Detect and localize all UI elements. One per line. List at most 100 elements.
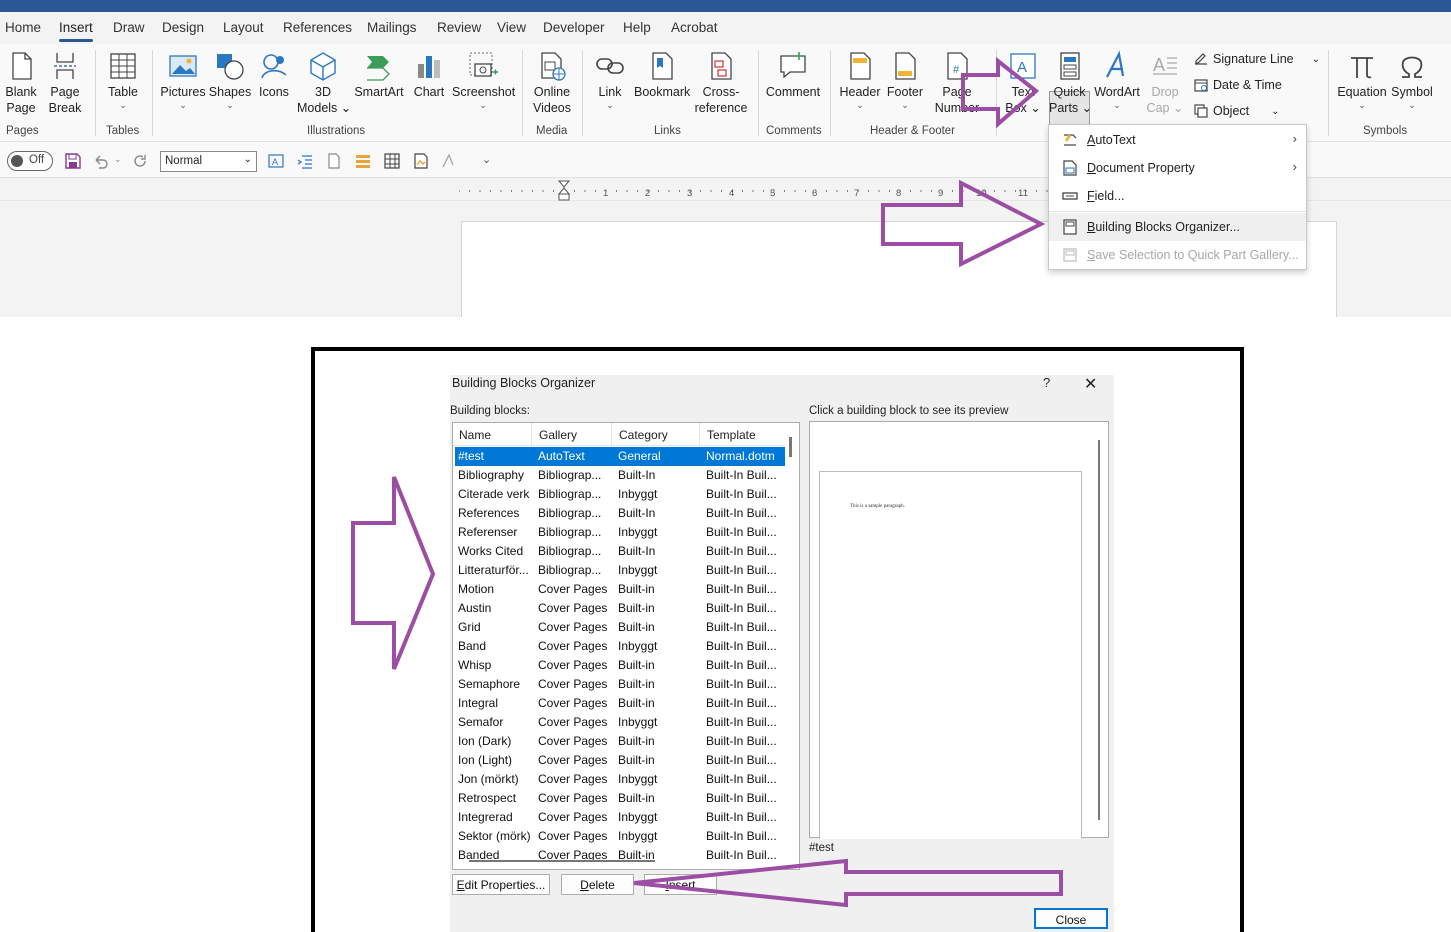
tab-review[interactable]: Review xyxy=(437,20,481,35)
link-button[interactable]: Link ⌄ xyxy=(592,50,628,110)
blank-page-button[interactable]: Blank Page xyxy=(3,50,39,116)
drop-cap-button[interactable]: A Drop Cap ⌄ xyxy=(1144,50,1186,116)
tab-draw[interactable]: Draw xyxy=(113,20,145,35)
3d-models-button[interactable]: 3D Models ⌄ xyxy=(297,50,351,116)
tab-acrobat[interactable]: Acrobat xyxy=(671,20,718,35)
signature-line-button[interactable]: Signature Line ⌄ xyxy=(1193,51,1320,67)
table-row[interactable]: Band Cover Pages Inbyggt Built-In Buil... xyxy=(453,637,785,656)
icons-button[interactable]: Icons xyxy=(256,50,292,100)
tab-mailings[interactable]: Mailings xyxy=(367,20,417,35)
style-select[interactable]: Normal ⌄ xyxy=(160,151,257,172)
table-row[interactable]: Grid Cover Pages Built-in Built-In Buil... xyxy=(453,618,785,637)
help-button[interactable]: ? xyxy=(1043,375,1050,390)
chevron-down-icon[interactable]: ⌄ xyxy=(114,154,122,165)
column-divider xyxy=(699,423,700,445)
table-row[interactable]: Austin Cover Pages Built-in Built-In Buil..… xyxy=(453,599,785,618)
table-row[interactable]: Sektor (mörk) Cover Pages Inbyggt Built-In … xyxy=(453,827,785,846)
bookmark-button[interactable]: Bookmark xyxy=(634,50,690,100)
list-icon[interactable] xyxy=(354,152,372,170)
table-row[interactable]: Integrerad Cover Pages Inbyggt Built-In Bui… xyxy=(453,808,785,827)
table-row[interactable]: Motion Cover Pages Built-in Built-In Buil..… xyxy=(453,580,785,599)
smartart-button[interactable]: SmartArt xyxy=(353,50,405,100)
table-row[interactable]: Referenser Bibliograp... Inbyggt Built-In B… xyxy=(453,523,785,542)
table-row[interactable]: Jon (mörkt) Cover Pages Inbyggt Built-In Bu… xyxy=(453,770,785,789)
menu-item-building-blocks-organizer[interactable]: Building Blocks Organizer... xyxy=(1049,213,1306,241)
wordart-button[interactable]: WordArt ⌄ xyxy=(1093,50,1141,110)
tab-view[interactable]: View xyxy=(497,20,526,35)
table-row[interactable]: Citerade verk Bibliograp... Inbyggt Built-I… xyxy=(453,485,785,504)
text-box-button[interactable]: A Text Box ⌄ xyxy=(1003,50,1043,116)
vertical-scrollbar[interactable] xyxy=(789,437,792,457)
customize-toolbar-icon[interactable]: ⌄ xyxy=(482,153,491,166)
text-field-icon[interactable]: A xyxy=(267,152,285,170)
comment-button[interactable]: Comment xyxy=(764,50,822,100)
menu-item-document-property[interactable]: Document Property › xyxy=(1049,154,1306,182)
table-row[interactable]: Banded Cover Pages Built-in Built-In Buil..… xyxy=(453,846,785,865)
object-button[interactable]: Object ⌄ xyxy=(1193,103,1280,119)
font-color-icon[interactable] xyxy=(440,152,458,170)
date-time-button[interactable]: Date & Time xyxy=(1193,77,1282,93)
building-blocks-list[interactable]: Name Gallery Category Template #test Auto… xyxy=(452,422,800,870)
autosave-toggle[interactable]: Off xyxy=(7,151,53,171)
menu-item-field[interactable]: Field... xyxy=(1049,182,1306,210)
close-icon[interactable]: ✕ xyxy=(1084,375,1097,394)
page-break-button[interactable]: Page Break xyxy=(45,50,85,116)
header-button[interactable]: Header ⌄ xyxy=(838,50,882,110)
edit-properties-button[interactable]: Edit Properties... xyxy=(452,874,550,895)
table-row[interactable]: Semafor Cover Pages Inbyggt Built-In Buil..… xyxy=(453,713,785,732)
menu-item-autotext[interactable]: AutoText › xyxy=(1049,126,1306,154)
preview-scrollbar[interactable] xyxy=(1098,440,1100,820)
tab-insert[interactable]: Insert xyxy=(59,20,93,42)
quick-parts-button[interactable]: Quick Parts ⌄ xyxy=(1049,50,1092,116)
table-row[interactable]: Whisp Cover Pages Built-in Built-In Buil... xyxy=(453,656,785,675)
table-row[interactable]: Retrospect Cover Pages Built-in Built-In Bu… xyxy=(453,789,785,808)
indent-icon[interactable] xyxy=(296,152,314,170)
document-icon[interactable] xyxy=(325,152,343,170)
column-header-gallery[interactable]: Gallery xyxy=(539,428,577,442)
table-row[interactable]: Ion (Dark) Cover Pages Built-in Built-In Bu… xyxy=(453,732,785,751)
pictures-button[interactable]: Pictures ⌄ xyxy=(160,50,206,110)
tab-help[interactable]: Help xyxy=(623,20,651,35)
page-number-button[interactable]: # Page Number xyxy=(930,50,984,116)
table-row[interactable]: Semaphore Cover Pages Built-in Built-In Bui… xyxy=(453,675,785,694)
tab-developer[interactable]: Developer xyxy=(543,20,605,35)
table-row[interactable]: Works Cited Bibliograp... Built-In Built-In… xyxy=(453,542,785,561)
tab-home[interactable]: Home xyxy=(5,20,41,35)
close-button[interactable]: Close xyxy=(1034,908,1108,929)
insert-button[interactable]: Insert xyxy=(644,874,717,895)
table-row[interactable]: Ion (Light) Cover Pages Built-in Built-In B… xyxy=(453,751,785,770)
chart-button[interactable]: Chart xyxy=(410,50,448,100)
tab-layout[interactable]: Layout xyxy=(223,20,264,35)
table-row[interactable]: Bibliography Bibliograp... Built-In Built-I… xyxy=(453,466,785,485)
chevron-down-icon: ⌄ xyxy=(243,154,252,165)
online-videos-button[interactable]: Online Videos xyxy=(530,50,574,116)
equation-button[interactable]: Equation ⌄ xyxy=(1336,50,1388,110)
symbol-button[interactable]: Symbol ⌄ xyxy=(1390,50,1434,110)
footer-button[interactable]: Footer ⌄ xyxy=(884,50,926,110)
delete-button[interactable]: Delete xyxy=(561,874,634,895)
smartart-icon xyxy=(367,56,390,81)
table-button[interactable]: Table ⌄ xyxy=(104,50,142,110)
table-row[interactable]: References Bibliograp... Built-In Built-In … xyxy=(453,504,785,523)
column-header-category[interactable]: Category xyxy=(619,428,668,442)
table-cell: Built-In Buil... xyxy=(706,753,777,767)
table-row-selected[interactable]: #test AutoText General Normal.dotm xyxy=(455,447,785,466)
image-edit-icon[interactable] xyxy=(412,152,430,170)
column-header-template[interactable]: Template xyxy=(707,428,756,442)
menu-item-save-selection[interactable]: Save Selection to Quick Part Gallery... xyxy=(1049,241,1306,269)
tab-design[interactable]: Design xyxy=(162,20,204,35)
screenshot-button[interactable]: Screenshot ⌄ xyxy=(452,50,515,110)
save-icon[interactable] xyxy=(64,152,82,170)
redo-icon[interactable] xyxy=(131,152,149,170)
table-row[interactable]: Litteraturför... Bibliograp... Inbyggt Buil… xyxy=(453,561,785,580)
column-header-name[interactable]: Name xyxy=(459,428,491,442)
undo-icon[interactable] xyxy=(92,152,110,170)
table-cell: Cover Pages xyxy=(538,772,608,786)
cross-reference-button[interactable]: Cross- reference xyxy=(694,50,748,116)
table-row[interactable]: Integral Cover Pages Built-in Built-In Buil… xyxy=(453,694,785,713)
shapes-button[interactable]: Shapes ⌄ xyxy=(208,50,252,110)
table-grid-icon[interactable] xyxy=(383,152,401,170)
tab-references[interactable]: References xyxy=(283,20,352,35)
horizontal-scrollbar[interactable] xyxy=(469,860,655,862)
indent-marker-icon[interactable] xyxy=(557,180,571,201)
